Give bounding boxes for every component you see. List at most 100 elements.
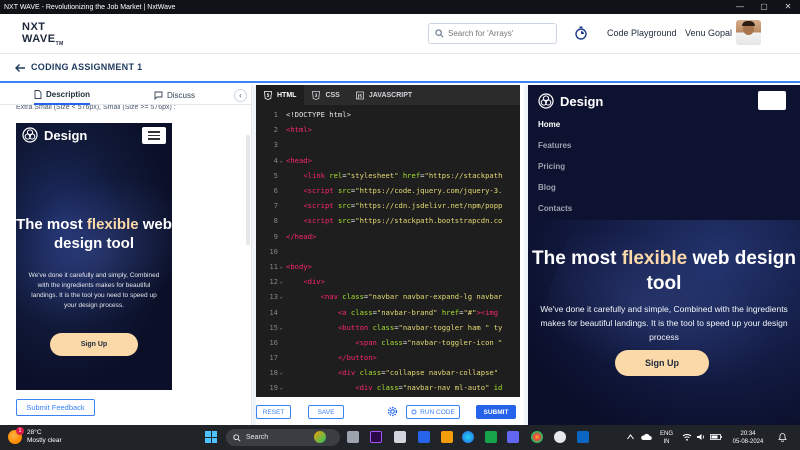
code-text[interactable]: <button class="navbar-toggler ham " ty	[284, 323, 502, 332]
volume-icon[interactable]	[696, 433, 706, 441]
code-line[interactable]: 7 <script src="https://cdn.jsdelivr.net/…	[256, 198, 520, 213]
code-text[interactable]: <a class="navbar-brand" href="#"><img	[284, 308, 498, 317]
code-line[interactable]: 5 <link rel="stylesheet" href="https://s…	[256, 168, 520, 183]
line-number: 1	[273, 110, 278, 120]
arrow-left-icon[interactable]	[14, 62, 26, 74]
preview-toggler-button[interactable]	[758, 91, 786, 110]
search-input[interactable]	[448, 29, 548, 38]
close-button[interactable]: ✕	[776, 0, 800, 14]
search-box[interactable]	[428, 23, 557, 44]
code-line[interactable]: 14 <a class="navbar-brand" href="#"><img	[256, 304, 520, 319]
code-text[interactable]: <script src="https://stackpath.bootstrap…	[284, 216, 502, 225]
excel-icon[interactable]	[485, 431, 497, 443]
chevron-up-icon[interactable]	[627, 434, 634, 440]
word-icon[interactable]	[418, 431, 430, 443]
file-explorer-icon[interactable]	[394, 431, 406, 443]
gear-icon[interactable]	[387, 406, 398, 417]
battery-icon[interactable]	[710, 434, 722, 440]
code-line[interactable]: 8 <script src="https://stackpath.bootstr…	[256, 213, 520, 228]
document-icon	[34, 89, 42, 99]
code-line[interactable]: 19 ⌄ <div class="navbar-nav ml-auto" id	[256, 380, 520, 395]
clock[interactable]: 20:34 05-08-2024	[731, 430, 765, 446]
code-text[interactable]: <script src="https://code.jquery.com/jqu…	[284, 186, 502, 195]
hamburger-icon	[142, 127, 166, 144]
edge-icon[interactable]	[462, 431, 474, 443]
code-line[interactable]: 10	[256, 244, 520, 259]
svg-text:3: 3	[315, 93, 318, 98]
code-text[interactable]: <div class="navbar-nav ml-auto" id	[284, 383, 502, 392]
code-text[interactable]: </button>	[284, 353, 377, 362]
reset-button[interactable]: RESET	[256, 405, 291, 419]
code-line[interactable]: 2 <html>	[256, 122, 520, 137]
tab-css[interactable]: 3 CSS	[304, 85, 347, 105]
maximize-button[interactable]: ▢	[752, 0, 776, 14]
code-text[interactable]: <nav class="navbar navbar-expand-lg navb…	[284, 292, 503, 301]
language-indicator[interactable]: ENG IN	[660, 430, 673, 446]
code-text[interactable]: <div class="collapse navbar-collapse"	[284, 368, 498, 377]
preview-nav-features[interactable]: Features	[538, 141, 571, 150]
preview-brand[interactable]: Design	[538, 93, 603, 109]
user-name[interactable]: Venu Gopal	[685, 28, 732, 38]
code-text[interactable]: <body>	[284, 262, 312, 271]
line-number: 2	[273, 125, 278, 135]
app-circle-icon[interactable]	[554, 431, 566, 443]
code-text[interactable]: <head>	[284, 156, 312, 165]
code-line[interactable]: 1 <!DOCTYPE html>	[256, 107, 520, 122]
panel-tabs: Description Discuss ‹	[0, 85, 252, 105]
preview-nav-contacts[interactable]: Contacts	[538, 204, 572, 213]
folder-icon[interactable]	[441, 431, 453, 443]
code-text[interactable]: <script src="https://cdn.jsdelivr.net/np…	[284, 201, 502, 210]
preview-nav-blog[interactable]: Blog	[538, 183, 556, 192]
submit-feedback-button[interactable]: Submit Feedback	[16, 399, 95, 416]
windows-start-icon[interactable]	[205, 431, 217, 443]
code-editor[interactable]: 5 HTML 3 CSS JS JAVASCRIPT 1 <!DOCTYPE ht…	[256, 85, 520, 397]
code-text[interactable]: <div>	[284, 277, 325, 286]
nxtwave-logo[interactable]: NXT WAVETM	[22, 22, 68, 48]
timer-icon[interactable]	[574, 26, 588, 40]
avatar[interactable]	[736, 20, 761, 45]
preview-nav-pricing[interactable]: Pricing	[538, 162, 565, 171]
code-line[interactable]: 3	[256, 137, 520, 152]
code-text[interactable]: <html>	[284, 125, 312, 134]
preview-signup-button[interactable]: Sign Up	[615, 350, 709, 376]
notification-bell-icon[interactable]	[778, 432, 787, 442]
code-line[interactable]: 16 <span class="navbar-toggler-icon "	[256, 335, 520, 350]
run-code-button[interactable]: RUN CODE	[406, 405, 460, 419]
chrome-icon[interactable]	[531, 431, 543, 443]
code-line[interactable]: 12 ⌄ <div>	[256, 274, 520, 289]
collapse-panel-button[interactable]: ‹	[234, 89, 247, 102]
linkedin-icon[interactable]	[577, 431, 589, 443]
code-text[interactable]: </head>	[284, 232, 316, 241]
weather-widget[interactable]: 1 28°C Mostly clear	[8, 427, 62, 445]
code-playground-link[interactable]: Code Playground	[607, 28, 677, 38]
code-line[interactable]: 6 <script src="https://code.jquery.com/j…	[256, 183, 520, 198]
code-text[interactable]: <!DOCTYPE html>	[284, 110, 351, 119]
app-icon[interactable]	[507, 431, 519, 443]
premiere-icon[interactable]	[370, 431, 382, 443]
code-line[interactable]: 4 ⌄ <head>	[256, 153, 520, 168]
code-line[interactable]: 13 ⌄ <nav class="navbar navbar-expand-lg …	[256, 289, 520, 304]
tab-javascript[interactable]: JS JAVASCRIPT	[348, 85, 420, 105]
line-number: 8	[273, 216, 278, 226]
code-text[interactable]: <span class="navbar-toggler-icon "	[284, 338, 502, 347]
cloud-icon[interactable]	[640, 433, 652, 441]
assignment-title: CODING ASSIGNMENT 1	[31, 62, 143, 72]
code-lines[interactable]: 1 <!DOCTYPE html> 2 <html> 3 4 ⌄ <head> 5 <link …	[256, 107, 520, 396]
save-button[interactable]: SAVE	[308, 405, 344, 419]
code-line[interactable]: 17 </button>	[256, 350, 520, 365]
tab-discuss[interactable]: Discuss	[154, 85, 195, 105]
code-line[interactable]: 9 </head>	[256, 229, 520, 244]
tab-html[interactable]: 5 HTML	[256, 85, 305, 105]
code-text[interactable]: <link rel="stylesheet" href="https://sta…	[284, 171, 502, 180]
submit-button[interactable]: SUBMIT	[476, 405, 516, 419]
task-view-icon[interactable]	[347, 431, 359, 443]
code-line[interactable]: 15 ⌄ <button class="navbar-toggler ham " …	[256, 320, 520, 335]
wifi-icon[interactable]	[682, 433, 692, 441]
code-line[interactable]: 18 ⌄ <div class="collapse navbar-collapse…	[256, 365, 520, 380]
widget-icon[interactable]	[314, 431, 326, 443]
tab-description[interactable]: Description	[34, 85, 91, 105]
preview-nav-home[interactable]: Home	[538, 120, 560, 129]
panel-scrollbar[interactable]	[246, 135, 250, 245]
minimize-button[interactable]: —	[728, 0, 752, 14]
code-line[interactable]: 11 ⌄ <body>	[256, 259, 520, 274]
